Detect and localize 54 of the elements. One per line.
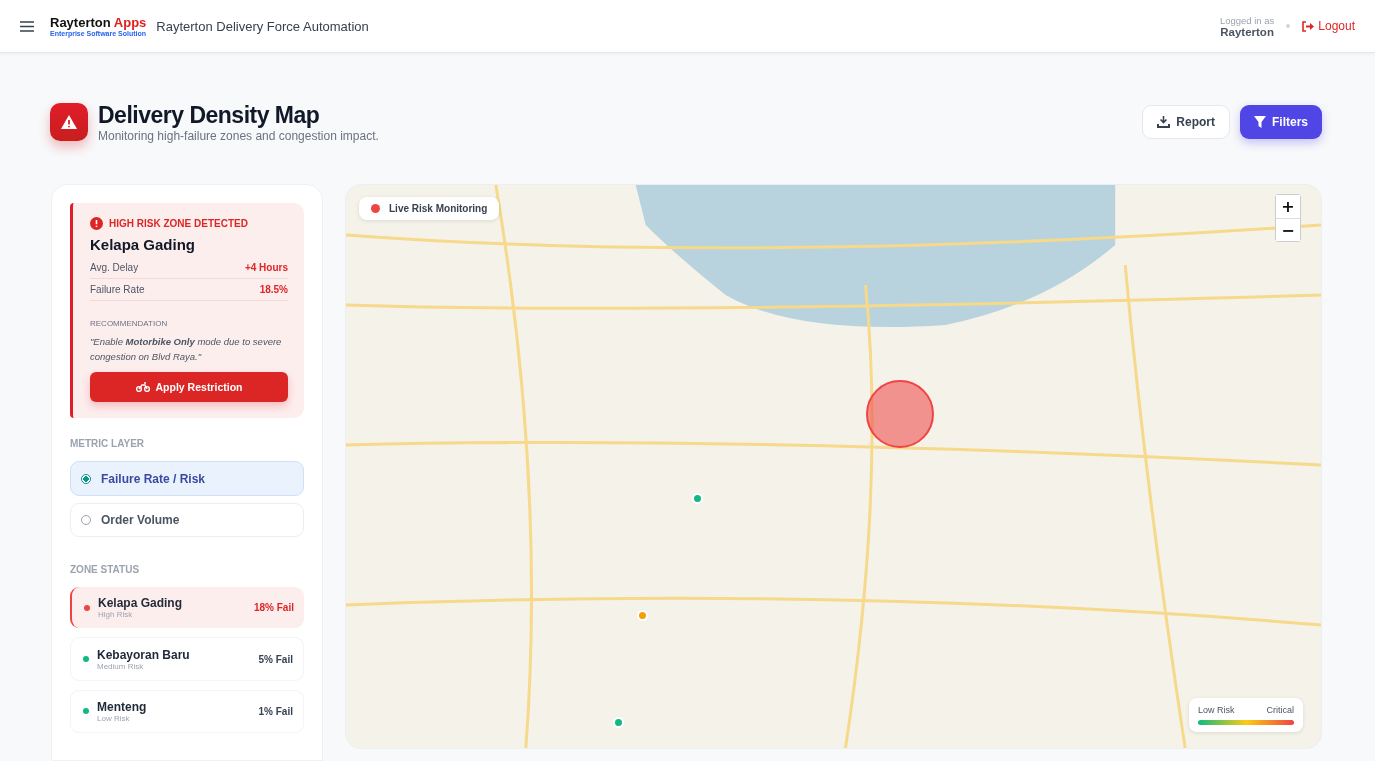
badge-label: Live Risk Monitoring	[389, 203, 488, 214]
filter-icon	[1254, 116, 1266, 128]
section-heading: ZONE STATUS	[70, 564, 141, 576]
zoom-out-button[interactable]: −	[1276, 218, 1300, 241]
recommendation-label: RECOMMENDATION	[90, 319, 169, 328]
zone-item[interactable]: Menteng Low Risk 1% Fail	[70, 689, 304, 733]
logout-icon	[1302, 20, 1315, 32]
zone-fail-rate: 5% Fail	[258, 653, 293, 665]
zone-fail-rate: 1% Fail	[258, 705, 293, 717]
option-label: Order Volume	[101, 512, 180, 527]
menu-icon[interactable]	[20, 20, 34, 32]
map-marker[interactable]	[692, 493, 703, 504]
page-subtitle: Monitoring high-failure zones and congestion impact.	[98, 128, 379, 143]
page-title: Delivery Density Map	[98, 101, 321, 129]
zone-fail-rate: 18% Fail	[253, 602, 294, 614]
stat-value: 18.5%	[259, 284, 288, 295]
separator-dot	[1286, 24, 1291, 28]
zone-risk: Medium Risk	[97, 661, 144, 671]
section-heading: METRIC LAYER	[70, 438, 146, 450]
zone-item[interactable]: Kelapa Gading High Risk 18% Fail	[70, 587, 304, 629]
alert-zone-name: Kelapa Gading	[90, 236, 197, 253]
zone-name: Kelapa Gading	[98, 596, 184, 611]
filters-button[interactable]: Filters	[1240, 105, 1322, 139]
zone-name: Menteng	[97, 699, 148, 714]
recommendation-text: "Enable Motorbike Only mode due to severe congestion on Blvd Raya."	[90, 335, 283, 365]
zone-name: Kebayoran Baru	[97, 647, 191, 662]
option-label: Failure Rate / Risk	[101, 471, 206, 486]
logged-in-label: Logged in as	[1219, 14, 1275, 26]
user-name: Rayterton	[1220, 25, 1274, 38]
map-marker[interactable]	[613, 717, 624, 729]
live-indicator-icon	[371, 204, 380, 213]
report-button[interactable]: Report	[1142, 105, 1230, 139]
apply-restriction-button[interactable]: Apply Restriction	[90, 372, 288, 403]
brand-logo[interactable]: Rayterton Apps	[50, 15, 147, 30]
zone-risk: High Risk	[98, 610, 134, 620]
stat-value: +4 Hours	[244, 262, 288, 273]
stat-label: Avg. Delay	[90, 262, 139, 273]
motorbike-icon	[135, 382, 150, 393]
legend-high-label: Critical	[1266, 705, 1294, 715]
metric-option[interactable]: Order Volume	[70, 502, 304, 538]
stat-label: Failure Rate	[90, 284, 145, 295]
zone-item[interactable]: Kebayoran Baru Medium Risk 5% Fail	[70, 637, 304, 681]
app-title: Rayterton Delivery Force Automation	[156, 18, 369, 34]
download-icon	[1157, 116, 1171, 128]
zone-risk: Low Risk	[97, 713, 130, 723]
radio-button[interactable]	[81, 473, 91, 484]
map-placeholder[interactable]: Live Risk Monitoring + − Low Risk Critical	[345, 184, 1322, 749]
warning-icon	[60, 114, 78, 130]
map-marker[interactable]	[637, 610, 649, 622]
metric-option[interactable]: Failure Rate / Risk	[70, 461, 304, 496]
alert-icon	[90, 217, 103, 230]
logout-button[interactable]: Logout	[1302, 19, 1355, 33]
alert-heading: HIGH RISK ZONE DETECTED	[109, 218, 248, 229]
legend-low-label: Low Risk	[1198, 705, 1235, 715]
